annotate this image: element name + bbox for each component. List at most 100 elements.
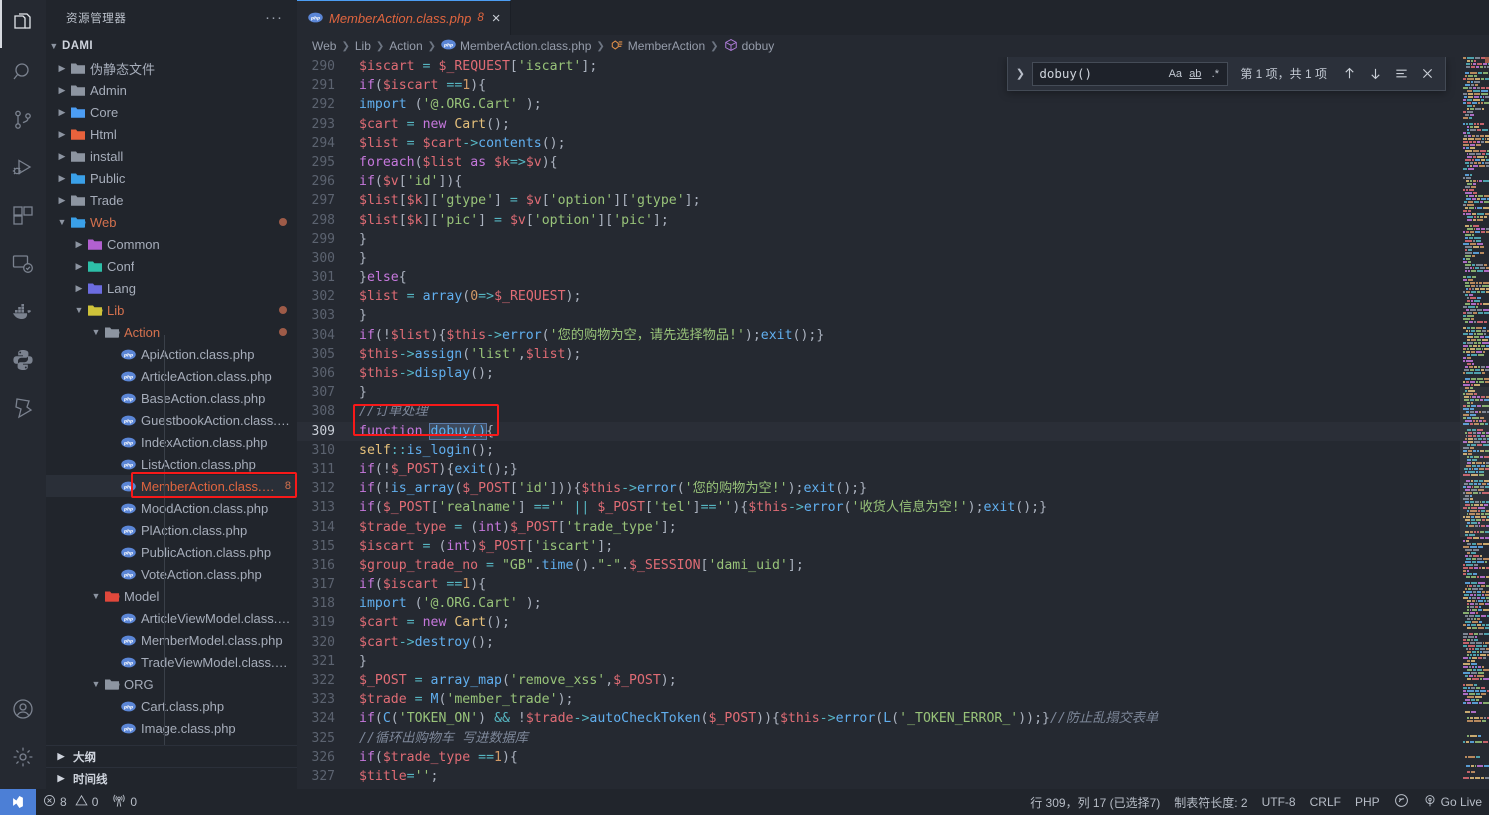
ports-status[interactable]: 0 [105, 789, 144, 815]
line-content[interactable]: $list[$k]['pic'] = $v['option']['pic']; [355, 211, 1460, 230]
tree-root-dami[interactable]: ▼ DAMI [46, 35, 297, 57]
line-content[interactable]: $title=''; [355, 767, 1460, 786]
line-content[interactable]: if(!is_array ($_POST['id'])){$this->error… [355, 479, 1460, 498]
code-line[interactable]: 293 $cart = new Cart(); [297, 115, 1460, 134]
chevron-right-icon[interactable]: ▶ [54, 85, 70, 96]
minimap[interactable] [1460, 57, 1489, 789]
line-content[interactable]: if($_POST['realname'] =='' || $_POST['te… [355, 498, 1460, 517]
code-line[interactable]: 292 import ('@.ORG.Cart' ); [297, 95, 1460, 114]
close-icon[interactable]: × [490, 11, 501, 26]
code-line[interactable]: 319 $cart = new Cart(); [297, 613, 1460, 632]
line-content[interactable]: $cart = new Cart(); [355, 613, 1460, 632]
account-icon[interactable] [0, 685, 46, 733]
tree-file[interactable]: php ListAction.class.php [46, 453, 297, 475]
chevron-right-icon[interactable]: ▶ [54, 129, 70, 140]
code-line[interactable]: 321} [297, 652, 1460, 671]
chevron-down-icon[interactable]: ▼ [71, 305, 87, 315]
code-line[interactable]: 314 $trade_type = (int)$_POST['trade_type… [297, 518, 1460, 537]
line-content[interactable]: import ('@.ORG.Cart' ); [355, 95, 1460, 114]
line-content[interactable]: } [355, 383, 1460, 402]
line-content[interactable]: $subject=''; [355, 786, 1460, 789]
code-line[interactable]: 301}else{ [297, 268, 1460, 287]
next-match-icon[interactable] [1363, 62, 1387, 86]
code-line[interactable]: 304 if(!$list){$this->error('您的购物为空，请先选择物… [297, 326, 1460, 345]
line-content[interactable]: if($iscart ==1){ [355, 575, 1460, 594]
tree-folder[interactable]: ▶ Trade [46, 189, 297, 211]
line-content[interactable]: $cart->destroy(); [355, 633, 1460, 652]
find-input[interactable]: dobuy() [1039, 66, 1165, 81]
match-whole-word-option[interactable]: ab [1185, 64, 1205, 84]
use-regex-option[interactable]: .* [1205, 64, 1225, 84]
line-content[interactable]: $cart = new Cart(); [355, 115, 1460, 134]
code-line[interactable]: 318 import ('@.ORG.Cart' ); [297, 594, 1460, 613]
prettier-status[interactable] [1387, 789, 1416, 815]
tree-folder[interactable]: ▶ Html [46, 123, 297, 145]
code-line[interactable]: 306 $this->display(); [297, 364, 1460, 383]
breadcrumb-item[interactable]: MemberAction [610, 38, 705, 55]
tree-folder[interactable]: ▼ ORG [46, 673, 297, 695]
source-control-icon[interactable] [0, 96, 46, 144]
line-content[interactable]: if(C('TOKEN_ON') && !$trade->autoCheckTo… [355, 709, 1460, 728]
line-content[interactable]: $trade = M('member_trade'); [355, 690, 1460, 709]
toggle-replace-icon[interactable]: ❯ [1010, 67, 1030, 80]
code-line[interactable]: 309 function dobuy(){ [297, 421, 1460, 441]
line-content[interactable]: } [355, 230, 1460, 249]
breadcrumb-item[interactable]: Action [389, 39, 422, 53]
thunder-client-icon[interactable] [0, 384, 46, 432]
code-scroll-area[interactable]: 290 $iscart = $_REQUEST['iscart']; 291 if($… [297, 57, 1460, 789]
tree-file[interactable]: php Image.class.php [46, 717, 297, 739]
code-line[interactable]: 328$subject=''; [297, 786, 1460, 789]
language-mode-status[interactable]: PHP [1348, 789, 1387, 815]
tree-folder[interactable]: ▶ Public [46, 167, 297, 189]
code-line[interactable]: 327 $title=''; [297, 767, 1460, 786]
breadcrumb-item[interactable]: dobuy [724, 38, 774, 55]
code-line[interactable]: 311 if(!$_POST){exit();} [297, 460, 1460, 479]
tree-file[interactable]: php GuestbookAction.class.php [46, 409, 297, 431]
tree-file[interactable]: php Cart.class.php [46, 695, 297, 717]
code-line[interactable]: 312 if(!is_array ($_POST['id'])){$this->er… [297, 479, 1460, 498]
tree-folder[interactable]: ▶ Conf [46, 255, 297, 277]
tree-file[interactable]: phpKeyReplace.class.php [46, 739, 297, 746]
breadcrumb[interactable]: Web ❯ Lib ❯ Action ❯ php MemberAction.class.php… [297, 35, 1489, 57]
chevron-down-icon[interactable]: ▼ [54, 217, 70, 227]
chevron-down-icon[interactable]: ▼ [88, 327, 104, 337]
line-content[interactable]: //循环出购物车 写进数据库 [355, 729, 1460, 748]
code-line[interactable]: 324 if(C('TOKEN_ON') && !$trade->autoChec… [297, 709, 1460, 728]
match-case-option[interactable]: Aa [1165, 64, 1185, 84]
tree-file[interactable]: php VoteAction.class.php [46, 563, 297, 585]
tree-folder[interactable]: ▶ Common [46, 233, 297, 255]
code-lines[interactable]: 290 $iscart = $_REQUEST['iscart']; 291 if($… [297, 57, 1460, 789]
cursor-position-status[interactable]: 行 309，列 17 (已选择7) [1023, 789, 1167, 815]
chevron-down-icon[interactable]: ▼ [88, 591, 104, 601]
line-content[interactable]: if(!$_POST){exit();} [355, 460, 1460, 479]
problems-status[interactable]: 8 0 [36, 789, 105, 815]
code-line[interactable]: 294 $list = $cart->contents(); [297, 134, 1460, 153]
line-content[interactable]: if($v['id']){ [355, 172, 1460, 191]
tree-file[interactable]: php PlAction.class.php [46, 519, 297, 541]
breadcrumb-item[interactable]: Web [312, 39, 336, 53]
line-content[interactable]: $iscart = (int)$_POST['iscart']; [355, 537, 1460, 556]
previous-match-icon[interactable] [1337, 62, 1361, 86]
settings-gear-icon[interactable] [0, 733, 46, 781]
tree-file[interactable]: php BaseAction.class.php [46, 387, 297, 409]
line-content[interactable]: import ('@.ORG.Cart' ); [355, 594, 1460, 613]
chevron-right-icon[interactable]: ▶ [71, 239, 87, 250]
find-input-wrapper[interactable]: dobuy() Aa ab .* [1032, 61, 1229, 86]
code-line[interactable]: 305 $this->assign('list',$list); [297, 345, 1460, 364]
code-line[interactable]: 310 self::is_login(); [297, 441, 1460, 460]
docker-icon[interactable] [0, 288, 46, 336]
chevron-down-icon[interactable]: ▼ [88, 679, 104, 689]
remote-explorer-icon[interactable] [0, 240, 46, 288]
minimap-viewport-slider[interactable] [1460, 387, 1489, 537]
line-content[interactable]: } [355, 249, 1460, 268]
code-line[interactable]: 302 $list = array(0=>$_REQUEST); [297, 287, 1460, 306]
code-line[interactable]: 296 if($v['id']){ [297, 172, 1460, 191]
chevron-right-icon[interactable]: ▶ [71, 283, 87, 294]
search-icon[interactable] [0, 48, 46, 96]
python-icon[interactable] [0, 336, 46, 384]
chevron-right-icon[interactable]: ▶ [54, 195, 70, 206]
tree-file[interactable]: php IndexAction.class.php [46, 431, 297, 453]
line-content[interactable]: } [355, 652, 1460, 671]
line-content[interactable]: $trade_type = (int)$_POST['trade_type']; [355, 518, 1460, 537]
code-line[interactable]: 298 $list[$k]['pic'] = $v['option']['pic'… [297, 211, 1460, 230]
